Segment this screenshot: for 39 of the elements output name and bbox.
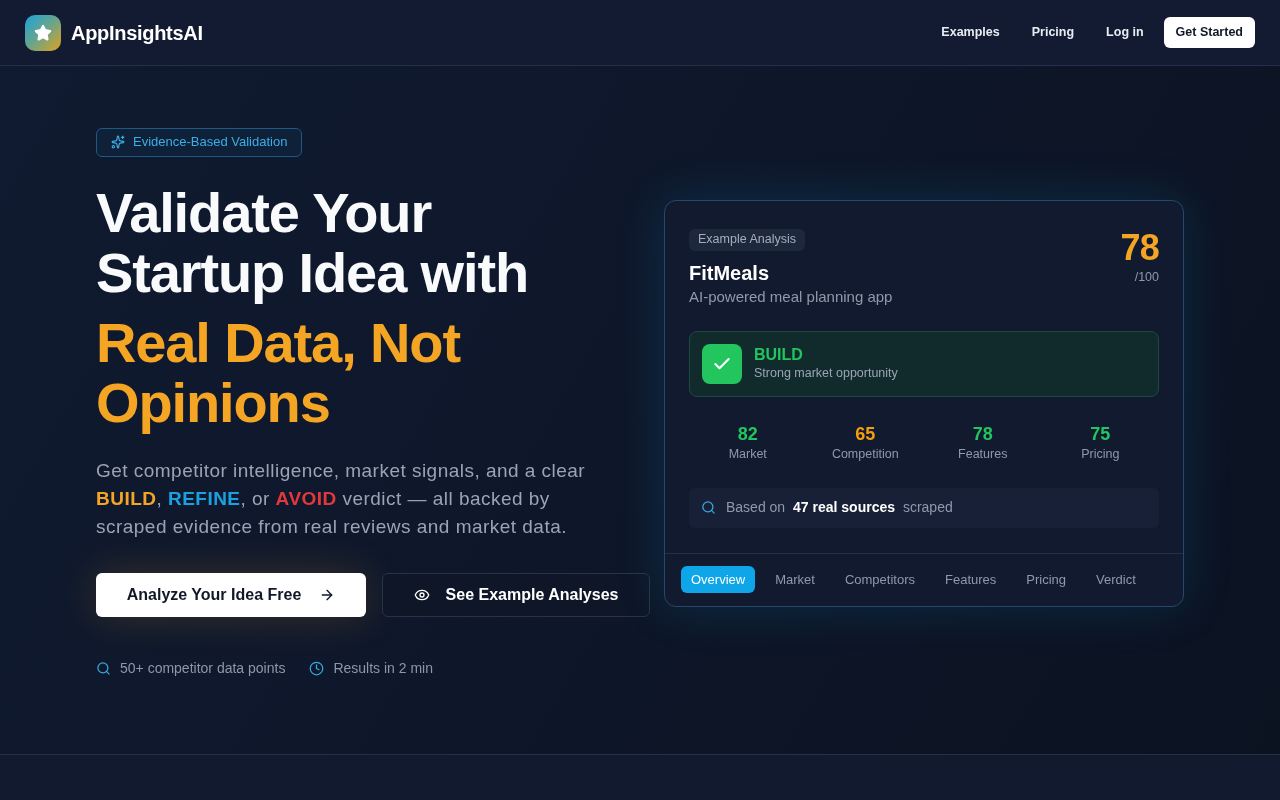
metric-score: 78 <box>972 422 993 445</box>
verdict-label: BUILD <box>754 345 804 365</box>
analyze-idea-button[interactable]: Analyze Your Idea Free <box>96 572 366 617</box>
analysis-tab[interactable]: Pricing <box>1016 566 1077 593</box>
metric-score: 82 <box>737 422 758 445</box>
nav-link[interactable]: Pricing <box>1015 15 1091 50</box>
metric-label: Pricing <box>1081 445 1120 463</box>
clock-icon <box>309 660 325 676</box>
search-icon <box>96 660 111 676</box>
hero-heading: Validate Your Startup Idea with Real Data, Not Opinions <box>96 182 529 433</box>
sources-note: Based on 47 real sources scraped <box>726 498 953 517</box>
nav-link[interactable]: Log in <box>1090 15 1160 50</box>
feature-note: Results in 2 min <box>333 658 433 678</box>
app-name: FitMeals <box>689 260 770 285</box>
nav-link[interactable]: Examples <box>925 15 1016 50</box>
badge-label: Evidence-Based Validation <box>133 133 288 152</box>
metric-label: Features <box>958 445 1008 463</box>
metric-label: Competition <box>831 445 899 463</box>
analysis-tab[interactable]: Competitors <box>834 566 925 593</box>
score-scale: /100 <box>1134 268 1159 286</box>
hero-description: Get competitor intelligence, market signals, and a clear BUILD, REFINE, or AVOID verdict — all backed by scraped evidence from real reviews and market data. <box>96 458 587 539</box>
analysis-tab[interactable]: Features <box>935 566 1007 593</box>
metric-score: 75 <box>1090 422 1111 445</box>
metric-label: Market <box>728 445 767 463</box>
overall-score: 78 <box>1120 229 1159 266</box>
check-icon <box>702 343 742 384</box>
example-analyses-button[interactable]: See Example Analyses <box>382 572 650 617</box>
brand-name[interactable]: AppInsightsAI <box>71 17 203 48</box>
star-logo-icon <box>25 14 61 51</box>
analysis-tab[interactable]: Market <box>765 566 825 593</box>
app-description: AI-powered meal planning app <box>689 286 893 307</box>
feature-note: 50+ competitor data points <box>120 658 286 678</box>
get-started-button[interactable]: Get Started <box>1163 17 1255 48</box>
example-analysis-tag: Example Analysis <box>689 228 805 251</box>
verdict-note: Strong market opportunity <box>754 365 898 382</box>
search-icon <box>701 500 716 515</box>
sparkle-icon <box>111 135 125 149</box>
metric-score: 65 <box>855 422 876 445</box>
analysis-tab[interactable]: Verdict <box>1086 566 1146 593</box>
